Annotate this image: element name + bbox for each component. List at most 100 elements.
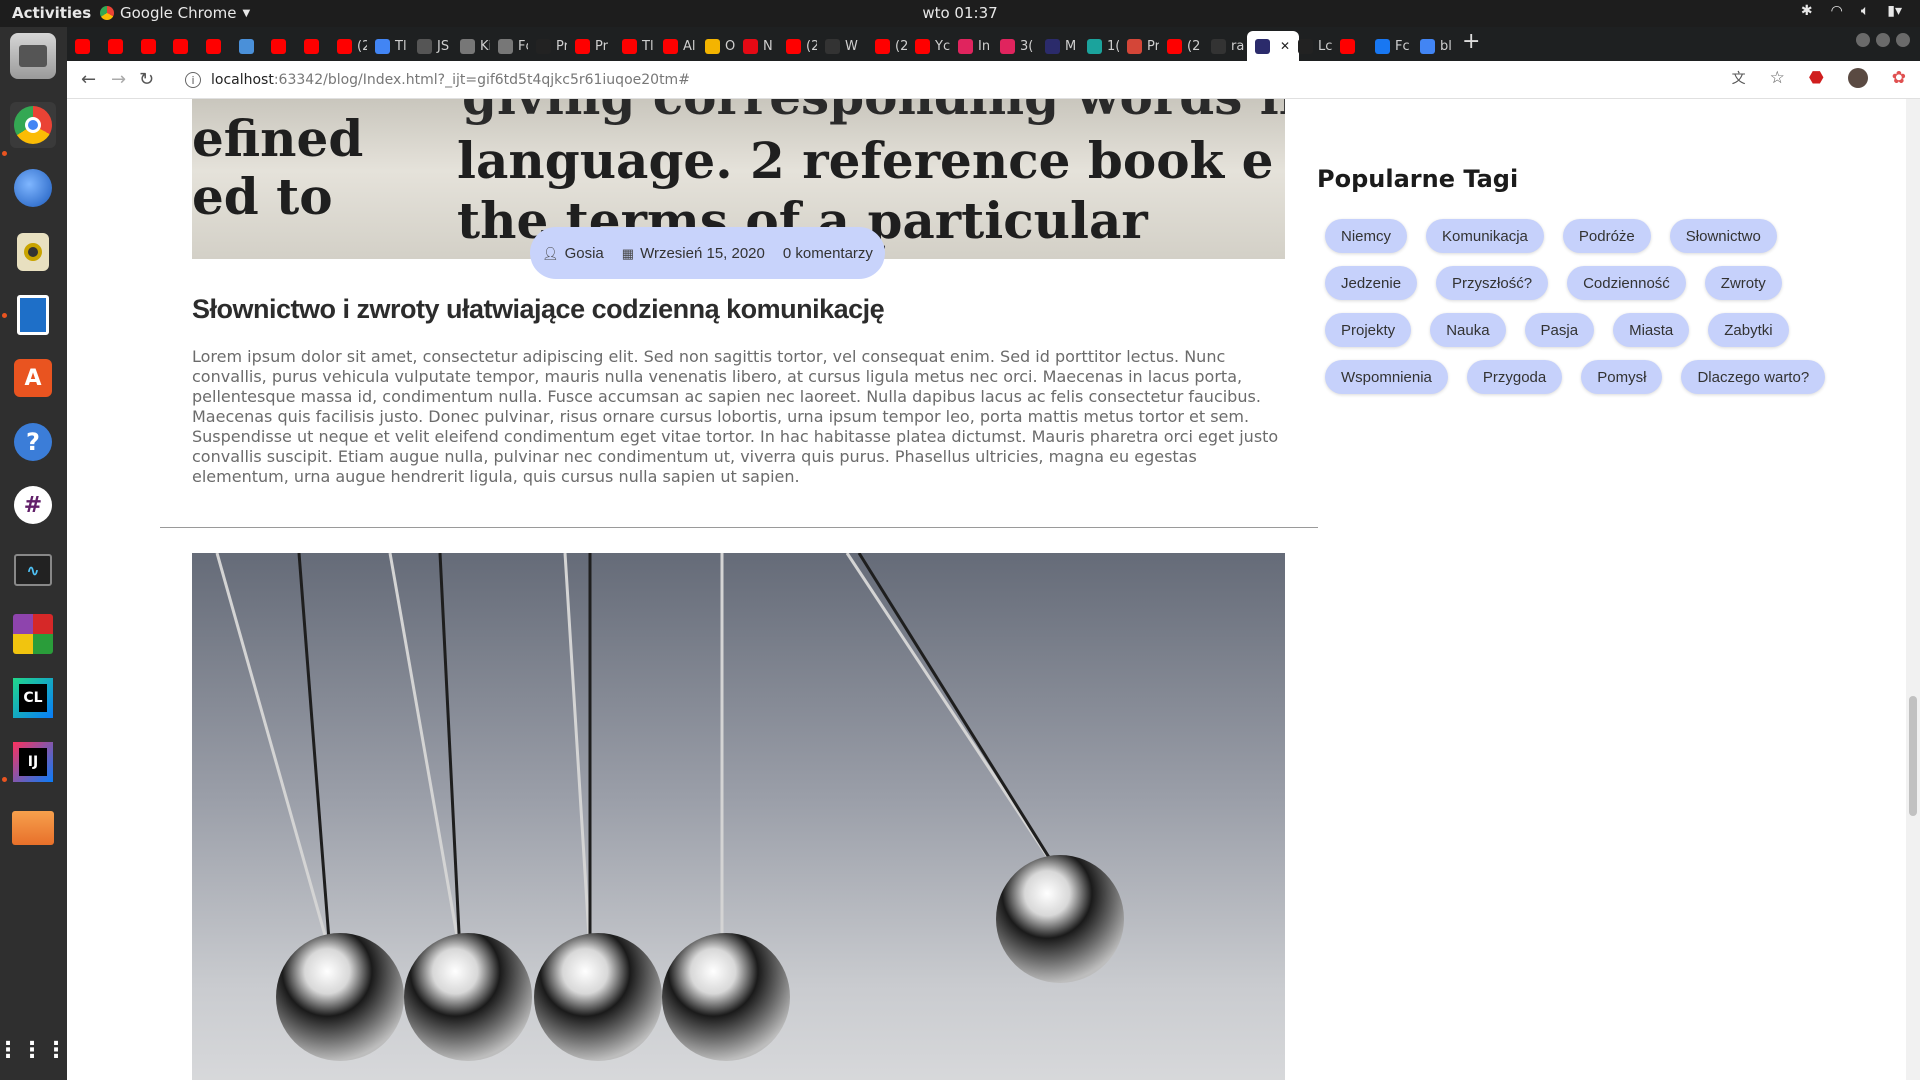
system-monitor-icon[interactable]: ∿ <box>10 547 56 593</box>
close-tab-icon[interactable]: ✕ <box>1280 39 1290 53</box>
browser-tab[interactable]: ra <box>1203 31 1247 61</box>
intellij-idea-icon[interactable]: IJ <box>10 739 56 785</box>
browser-tab[interactable]: JS <box>409 31 452 61</box>
google-icon <box>1420 38 1435 54</box>
browser-tab[interactable] <box>263 31 296 61</box>
browser-tab[interactable]: N <box>735 31 778 61</box>
tag-pill[interactable]: Podróże <box>1562 219 1651 253</box>
browser-tab[interactable]: 3( <box>992 31 1037 61</box>
tag-pill[interactable]: Pomysł <box>1581 360 1663 394</box>
browser-tab[interactable]: Tl <box>614 31 655 61</box>
close-window-icon[interactable] <box>1896 33 1910 47</box>
wifi-icon[interactable]: ◠ <box>1831 3 1843 19</box>
rhythmbox-icon[interactable] <box>10 229 56 275</box>
browser-tab[interactable]: Yc <box>907 31 950 61</box>
post-date[interactable]: Wrzesień 15, 2020 <box>640 245 765 262</box>
browser-tab[interactable] <box>165 31 198 61</box>
post-image-newtons-cradle[interactable] <box>192 553 1285 1080</box>
activities-button[interactable]: Activities <box>12 4 91 22</box>
browser-tab[interactable]: Pr <box>528 31 567 61</box>
browser-tab[interactable]: 1( <box>1079 31 1119 61</box>
app-menu[interactable]: Google Chrome ▼ <box>100 4 250 22</box>
translate-icon[interactable]: 文 <box>1732 68 1746 88</box>
tag-pill[interactable]: Dlaczego warto? <box>1681 360 1826 394</box>
dock: A ? # ∿ CL IJ ⋮⋮⋮ <box>0 27 67 1080</box>
browser-tab[interactable] <box>198 31 231 61</box>
profile-avatar[interactable] <box>1847 68 1868 88</box>
tag-pill[interactable]: Słownictwo <box>1669 219 1777 253</box>
thunderbird-icon[interactable] <box>10 165 56 211</box>
tag-pill[interactable]: Miasta <box>1613 313 1690 347</box>
browser-tab[interactable]: (2 <box>329 31 367 61</box>
browser-tab[interactable]: (2 <box>1159 31 1203 61</box>
tag-pill[interactable]: Pasja <box>1524 313 1595 347</box>
extension-icon[interactable]: ⬣ <box>1809 68 1824 88</box>
tag-pill[interactable]: Jedzenie <box>1325 266 1418 300</box>
browser-tab[interactable]: In <box>950 31 992 61</box>
browser-tab[interactable]: Pr <box>567 31 614 61</box>
browser-tab[interactable] <box>1332 31 1367 61</box>
clock[interactable]: wto 01:37 <box>0 4 1920 22</box>
youtube-icon <box>108 38 123 54</box>
browser-tab[interactable]: Ki <box>452 31 490 61</box>
files-manager-icon[interactable] <box>10 33 56 79</box>
help-icon[interactable]: ? <box>10 419 56 465</box>
volume-icon[interactable]: 🔈︎ <box>1861 3 1869 19</box>
page-scrollbar[interactable] <box>1906 99 1920 1080</box>
tag-pill[interactable]: Codzienność <box>1567 266 1686 300</box>
browser-tab[interactable]: bl <box>1412 31 1452 61</box>
browser-tab[interactable]: M <box>1037 31 1079 61</box>
address-bar[interactable]: i localhost:63342/blog/Index.html?_ijt=g… <box>185 66 1745 94</box>
browser-tab[interactable] <box>133 31 165 61</box>
browser-tab[interactable]: Fc <box>1367 31 1412 61</box>
post-author[interactable]: Gosia <box>565 245 604 262</box>
slack-icon[interactable]: # <box>10 482 56 528</box>
forward-icon[interactable]: → <box>111 69 126 90</box>
tag-pill[interactable]: Niemcy <box>1325 219 1408 253</box>
libreoffice-writer-icon[interactable] <box>10 292 56 338</box>
tag-pill[interactable]: Przyszłość? <box>1436 266 1549 300</box>
browser-tab[interactable]: O <box>697 31 735 61</box>
info-icon[interactable]: i <box>185 72 201 88</box>
browser-tab[interactable]: Al <box>655 31 697 61</box>
show-applications-icon[interactable]: ⋮⋮⋮ <box>0 1027 67 1073</box>
scrollbar-thumb[interactable] <box>1909 696 1917 816</box>
chrome-dock-icon[interactable] <box>10 102 56 148</box>
bookmark-star-icon[interactable]: ☆ <box>1770 68 1785 88</box>
tag-pill[interactable]: Przygoda <box>1466 360 1563 394</box>
tag-pill[interactable]: Komunikacja <box>1426 219 1544 253</box>
browser-tab[interactable] <box>100 31 133 61</box>
tag-pill[interactable]: Zabytki <box>1708 313 1789 347</box>
files-folder-icon[interactable] <box>10 805 56 851</box>
bluetooth-icon[interactable]: ✱ <box>1801 3 1813 19</box>
clion-icon[interactable]: CL <box>10 675 56 721</box>
browser-tab[interactable]: W <box>817 31 867 61</box>
browser-tab[interactable] <box>67 31 100 61</box>
post-comments[interactable]: 0 komentarzy <box>783 245 873 262</box>
back-icon[interactable]: ← <box>81 69 96 90</box>
browser-tab[interactable]: (2 <box>867 31 907 61</box>
hero-text-line-2a: efined <box>192 109 364 168</box>
maximize-icon[interactable] <box>1876 33 1890 47</box>
tag-pill[interactable]: Nauka <box>1430 313 1506 347</box>
browser-tab[interactable]: Tl <box>367 31 409 61</box>
browser-tab[interactable]: (2 <box>778 31 817 61</box>
tag-pill[interactable]: Wspomnienia <box>1325 360 1448 394</box>
reload-icon[interactable]: ↻ <box>139 69 154 90</box>
tag-pill[interactable]: Zwroty <box>1704 266 1782 300</box>
battery-icon[interactable]: ▮▾ <box>1887 3 1902 19</box>
system-tray[interactable]: ✱ ◠ 🔈︎ ▮▾ <box>1801 3 1902 19</box>
software-center-icon[interactable]: A <box>10 355 56 401</box>
minimize-icon[interactable] <box>1856 33 1870 47</box>
color-app-icon[interactable] <box>10 611 56 657</box>
browser-tab[interactable] <box>231 31 263 61</box>
new-tab-button[interactable]: + <box>1462 29 1480 54</box>
post-title[interactable]: Słownictwo i zwroty ułatwiające codzienn… <box>192 294 1285 325</box>
browser-tab[interactable]: Pr <box>1119 31 1159 61</box>
tag-pill[interactable]: Projekty <box>1325 313 1412 347</box>
extension-red-icon[interactable]: ✿ <box>1892 68 1906 88</box>
browser-tab[interactable]: Fc <box>490 31 528 61</box>
tab-label: (2 <box>1187 38 1201 54</box>
browser-tab[interactable] <box>296 31 329 61</box>
browser-tab[interactable]: Lc <box>1290 31 1332 61</box>
